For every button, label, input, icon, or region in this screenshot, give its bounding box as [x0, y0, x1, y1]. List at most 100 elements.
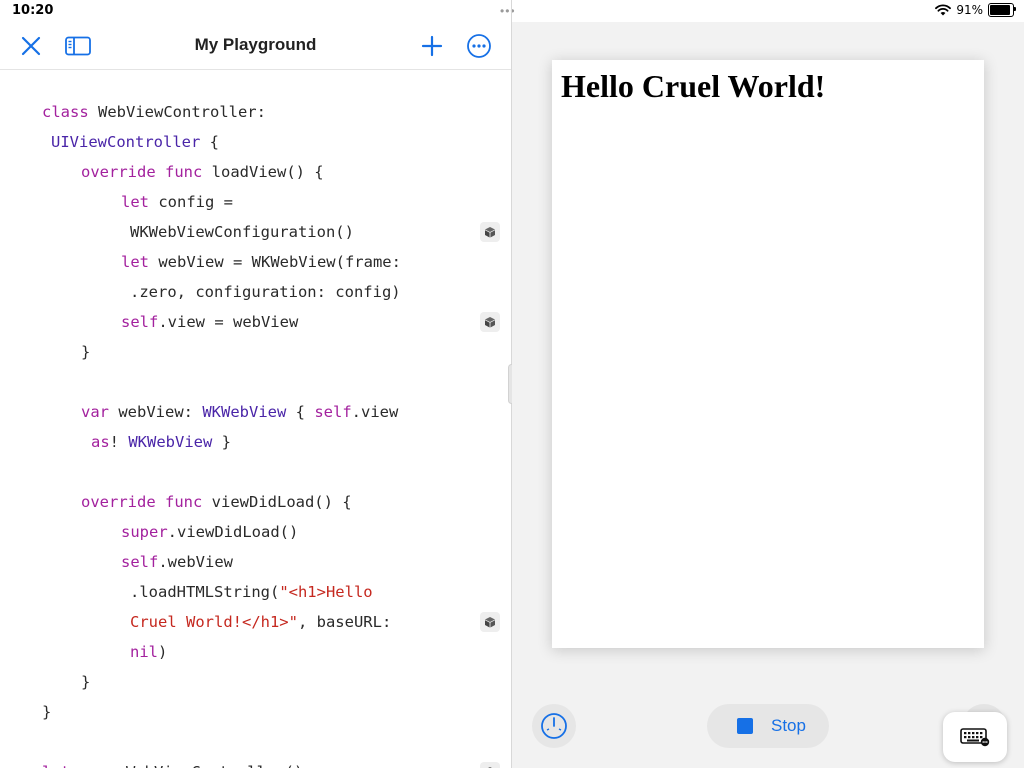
code-token: webView: — [109, 403, 203, 421]
code-line: as! WKWebView } — [91, 427, 231, 457]
code-token: super — [121, 523, 168, 541]
cube-icon — [485, 617, 495, 628]
code-token: .zero, configuration: config) — [130, 283, 401, 301]
code-line: Cruel World!</h1>", baseURL: — [130, 607, 391, 637]
code-line: } — [81, 667, 90, 697]
code-token: ! — [109, 433, 129, 451]
result-marker-button[interactable] — [480, 762, 500, 768]
code-token: { — [200, 133, 219, 151]
code-token: { — [286, 403, 315, 421]
code-token: .view = webView — [158, 313, 299, 331]
status-time: 10:20 — [12, 3, 54, 18]
code-token: let — [121, 253, 149, 271]
multitasking-dots-icon[interactable]: ••• — [500, 4, 516, 18]
plus-icon — [421, 35, 443, 57]
code-token: Cruel World!</h1>" — [130, 613, 298, 631]
code-token: WKWebView — [202, 403, 287, 421]
code-editor-pane: My Playground class WebViewController: UI… — [0, 22, 511, 768]
code-token: , baseURL: — [297, 613, 392, 631]
code-line: class WebViewController: — [42, 97, 266, 127]
sidebar-toggle-button[interactable] — [64, 32, 92, 60]
stop-button-label: Stop — [771, 716, 806, 735]
code-line: self.webView — [121, 547, 233, 577]
stop-button[interactable]: Stop — [707, 704, 829, 748]
code-line: let config = — [121, 187, 233, 217]
code-token: as — [91, 433, 110, 451]
code-token: .loadHTMLString( — [130, 583, 280, 601]
code-token: } — [212, 433, 232, 451]
code-line: nil) — [130, 637, 167, 667]
keyboard-button[interactable] — [943, 712, 1007, 762]
code-line: let webView = WKWebView(frame: — [121, 247, 401, 277]
code-line: } — [42, 697, 51, 727]
code-token: UIViewController — [51, 133, 201, 151]
code-token: loadView() { — [202, 163, 324, 181]
code-token: viewDidLoad() { — [202, 493, 352, 511]
code-token: .view — [351, 403, 399, 421]
code-token: vc = WebViewController() — [70, 763, 303, 768]
code-line: override func viewDidLoad() { — [81, 487, 352, 517]
battery-level-fill — [990, 5, 1011, 15]
result-marker-button[interactable] — [480, 222, 500, 242]
stop-square-icon — [737, 718, 753, 734]
result-marker-button[interactable] — [480, 312, 500, 332]
code-token: class — [42, 103, 89, 121]
code-token: WKWebViewConfiguration() — [130, 223, 354, 241]
result-marker-button[interactable] — [480, 612, 500, 632]
code-line: super.viewDidLoad() — [121, 517, 298, 547]
code-token: let — [121, 193, 149, 211]
code-token: var — [81, 403, 109, 421]
cube-icon — [485, 227, 495, 238]
code-line: .loadHTMLString("<h1>Hello — [130, 577, 373, 607]
code-line: } — [81, 337, 90, 367]
code-token: } — [81, 343, 91, 361]
live-web-view[interactable]: Hello Cruel World! — [552, 60, 984, 648]
gauge-icon — [541, 713, 567, 739]
status-right: 91% — [935, 3, 1016, 17]
battery-icon — [988, 3, 1016, 17]
code-token: func — [165, 163, 203, 181]
code-token: WKWebView — [128, 433, 213, 451]
live-view-pane: Hello Cruel World! Stop — [512, 22, 1024, 768]
code-line: .zero, configuration: config) — [130, 277, 401, 307]
code-token: } — [42, 703, 52, 721]
code-line: WKWebViewConfiguration() — [130, 217, 354, 247]
code-line: UIViewController { — [51, 127, 219, 157]
code-token: ) — [158, 643, 168, 661]
battery-percent: 91% — [956, 3, 983, 17]
keyboard-icon — [960, 728, 990, 747]
code-token: WebViewController: — [88, 103, 266, 121]
code-token: .viewDidLoad() — [167, 523, 299, 541]
code-token: override — [81, 163, 156, 181]
code-token: self — [121, 553, 159, 571]
live-view-heading: Hello Cruel World! — [561, 68, 826, 104]
code-line: var webView: WKWebView { self.view — [81, 397, 398, 427]
status-bar: 10:20 ••• 91% — [0, 0, 1024, 22]
code-token: self — [121, 313, 159, 331]
close-icon — [21, 36, 41, 56]
code-token: override — [81, 493, 156, 511]
cube-icon — [485, 317, 495, 328]
code-line: self.view = webView — [121, 307, 298, 337]
add-button[interactable] — [418, 32, 446, 60]
run-speed-button[interactable] — [532, 704, 576, 748]
sidebar-toggle-icon — [65, 36, 91, 56]
code-token: self — [314, 403, 352, 421]
code-token: config = — [149, 193, 233, 211]
wifi-icon — [935, 4, 952, 16]
code-line: override func loadView() { — [81, 157, 324, 187]
editor-navbar: My Playground — [0, 22, 511, 70]
code-token: webView = WKWebView(frame: — [149, 253, 401, 271]
code-token: } — [81, 673, 91, 691]
code-token: "<h1>Hello — [279, 583, 373, 601]
code-line: let vc = WebViewController() — [42, 757, 303, 768]
code-token: nil — [130, 643, 158, 661]
code-token: func — [165, 493, 203, 511]
code-token: .webView — [158, 553, 233, 571]
more-button[interactable] — [465, 32, 493, 60]
ellipsis-circle-icon — [467, 34, 491, 58]
code-token: let — [42, 763, 70, 768]
close-button[interactable] — [17, 32, 45, 60]
